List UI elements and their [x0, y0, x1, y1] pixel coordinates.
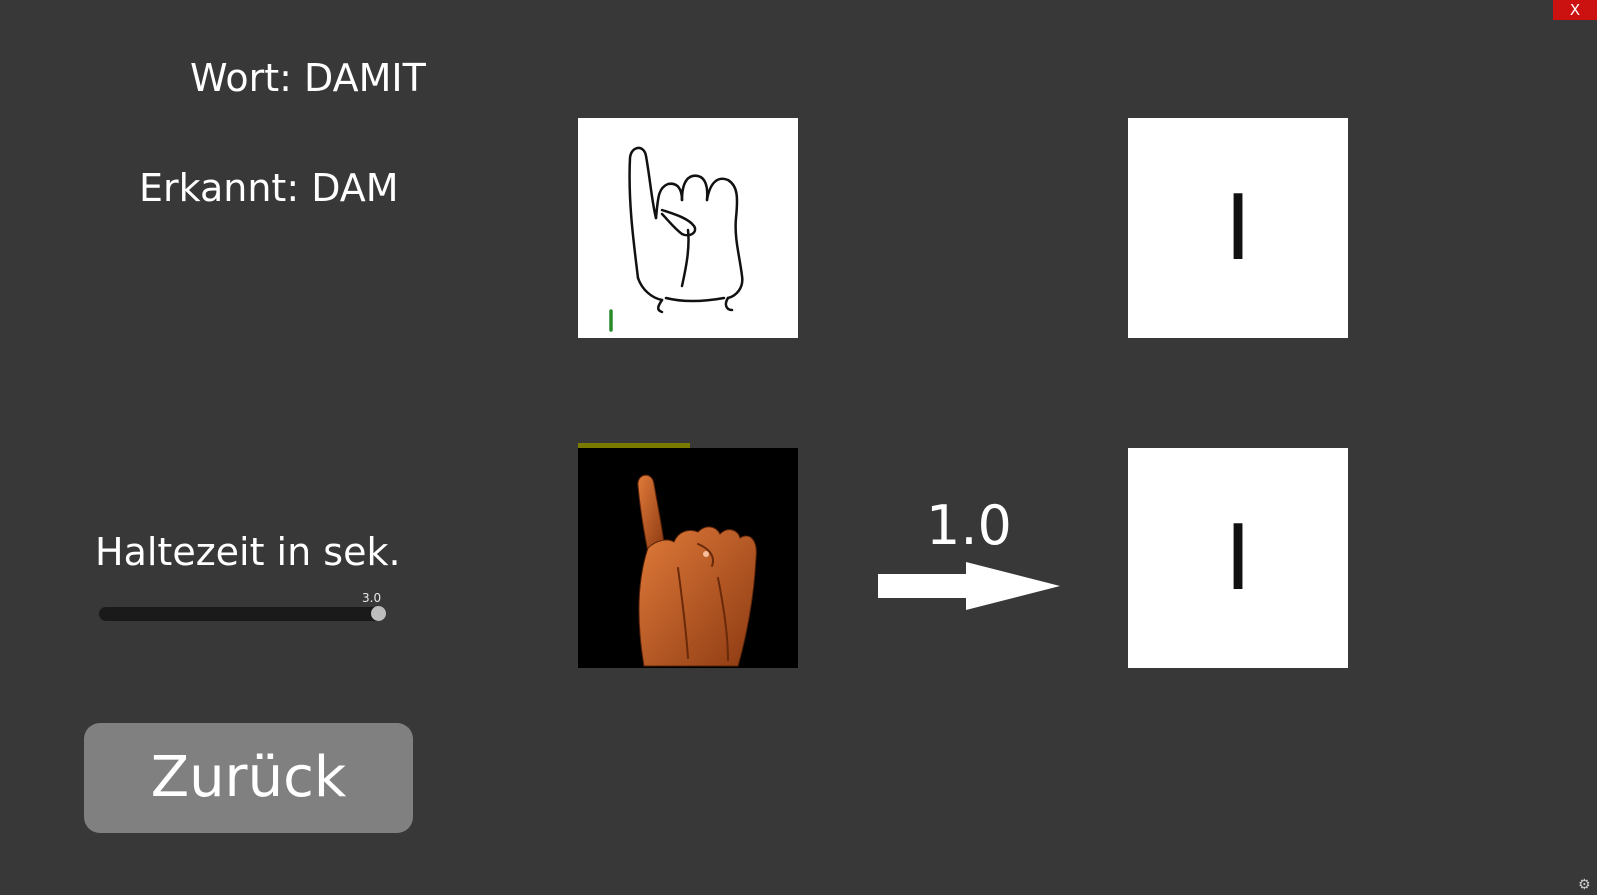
- countdown-text: 1.0: [926, 494, 1012, 557]
- hold-time-slider-value: 3.0: [362, 591, 382, 605]
- detected-letter-tile: I: [1128, 448, 1348, 668]
- right-arrow-icon: [878, 562, 1060, 610]
- target-letter: I: [1224, 175, 1252, 281]
- recognized-label: Erkannt: DAM: [139, 166, 399, 210]
- hold-time-label: Haltezeit in sek.: [95, 530, 401, 574]
- close-button[interactable]: X: [1553, 0, 1597, 20]
- camera-hand-feed-icon: [637, 474, 757, 667]
- gear-icon[interactable]: ⚙: [1578, 877, 1591, 893]
- target-letter-tile: I: [1128, 118, 1348, 338]
- hand-sign-i-drawing-icon: [609, 146, 744, 332]
- hold-time-slider[interactable]: [99, 607, 385, 621]
- reference-sign-image: [578, 118, 798, 338]
- back-button[interactable]: Zurück: [84, 723, 413, 833]
- word-label: Wort: DAMIT: [190, 56, 426, 100]
- hold-time-slider-handle[interactable]: [371, 606, 386, 621]
- detected-letter: I: [1224, 505, 1252, 611]
- camera-feed-image: [578, 448, 798, 668]
